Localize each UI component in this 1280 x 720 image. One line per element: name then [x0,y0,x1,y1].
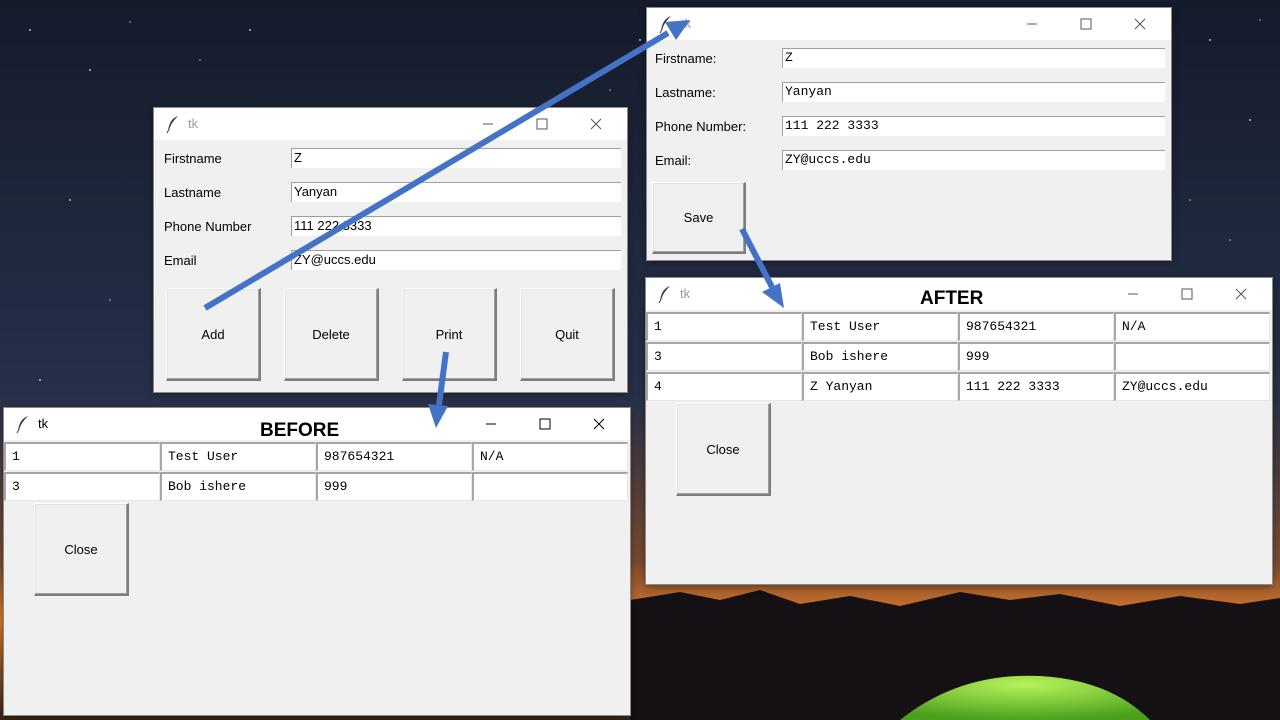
phone-input[interactable]: 111 222 3333 [291,216,621,236]
close-window-button[interactable] [573,108,619,140]
maximize-button[interactable] [1063,8,1109,40]
email-input[interactable]: ZY@uccs.edu [291,250,621,270]
close-icon [1235,288,1247,300]
table-cell [1114,342,1270,371]
table-cell: 1 [646,312,802,341]
email-label: Email: [655,153,692,168]
after-heading: AFTER [920,288,984,309]
close-button[interactable]: Close [676,403,771,496]
table-cell: 4 [646,372,802,401]
table-cell: 111 222 3333 [958,372,1114,401]
close-icon [1134,18,1146,30]
before-heading: BEFORE [260,420,340,441]
close-icon [593,418,605,430]
table-cell: 987654321 [316,442,472,471]
lastname-label: Lastname [164,185,222,200]
window-title: tk [681,16,692,31]
minimize-button[interactable] [465,108,511,140]
firstname-input[interactable]: Z [291,148,621,168]
lastname-input[interactable]: Yanyan [291,182,621,202]
save-button[interactable]: Save [652,182,746,254]
table-cell: Test User [160,442,316,471]
maximize-icon [1080,18,1092,30]
window-title: tk [38,416,49,431]
table-cell: N/A [1114,312,1270,341]
lastname-label: Lastname: [655,85,716,100]
add-window-titlebar[interactable]: tk [647,8,1171,40]
phone-input[interactable]: 111 222 3333 [782,116,1165,136]
quit-button[interactable]: Quit [520,288,615,381]
table-cell: N/A [472,442,628,471]
maximize-button[interactable] [1164,278,1210,310]
minimize-button[interactable] [1009,8,1055,40]
close-window-button[interactable] [576,408,622,440]
close-button[interactable]: Close [34,503,129,596]
firstname-input[interactable]: Z [782,48,1165,68]
minimize-button[interactable] [1110,278,1156,310]
feather-icon [659,16,671,33]
table-cell: Bob ishere [802,342,958,371]
minimize-icon [1128,293,1138,295]
form-window-titlebar[interactable]: tk [154,108,627,140]
feather-icon [166,116,178,133]
form-window: tk Firstname Z Lastname Yanyan Phone Num… [154,108,627,392]
table-cell: 3 [646,342,802,371]
maximize-icon [539,418,551,430]
phone-label: Phone Number [164,219,252,234]
print-button[interactable]: Print [402,288,497,381]
window-title: tk [680,286,691,301]
table-cell: Z Yanyan [802,372,958,401]
maximize-icon [536,118,548,130]
maximize-icon [1181,288,1193,300]
add-window: tk Firstname: Z Lastname: Yanyan Phone N… [647,8,1171,260]
feather-icon [16,416,28,433]
table-cell: Bob ishere [160,472,316,501]
maximize-button[interactable] [519,108,565,140]
minimize-icon [483,123,493,125]
minimize-icon [486,423,496,425]
table-cell [472,472,628,501]
minimize-icon [1027,23,1037,25]
table-cell: 999 [316,472,472,501]
phone-label: Phone Number: [655,119,747,134]
feather-icon [658,286,670,303]
add-button[interactable]: Add [166,288,261,381]
close-icon [590,118,602,130]
table-cell: 1 [4,442,160,471]
close-window-button[interactable] [1117,8,1163,40]
table-cell: ZY@uccs.edu [1114,372,1270,401]
maximize-button[interactable] [522,408,568,440]
email-label: Email [164,253,197,268]
firstname-label: Firstname [164,151,222,166]
table-cell: 987654321 [958,312,1114,341]
email-input[interactable]: ZY@uccs.edu [782,150,1165,170]
table-cell: 999 [958,342,1114,371]
after-window: tk AFTER 1 Test User 987654321 N/A 3 Bob… [646,278,1272,584]
close-window-button[interactable] [1218,278,1264,310]
lastname-input[interactable]: Yanyan [782,82,1165,102]
window-title: tk [188,116,199,131]
delete-button[interactable]: Delete [284,288,379,381]
table-cell: 3 [4,472,160,501]
table-cell: Test User [802,312,958,341]
firstname-label: Firstname: [655,51,717,66]
minimize-button[interactable] [468,408,514,440]
before-window: tk BEFORE 1 Test User 987654321 N/A 3 Bo… [4,408,630,715]
